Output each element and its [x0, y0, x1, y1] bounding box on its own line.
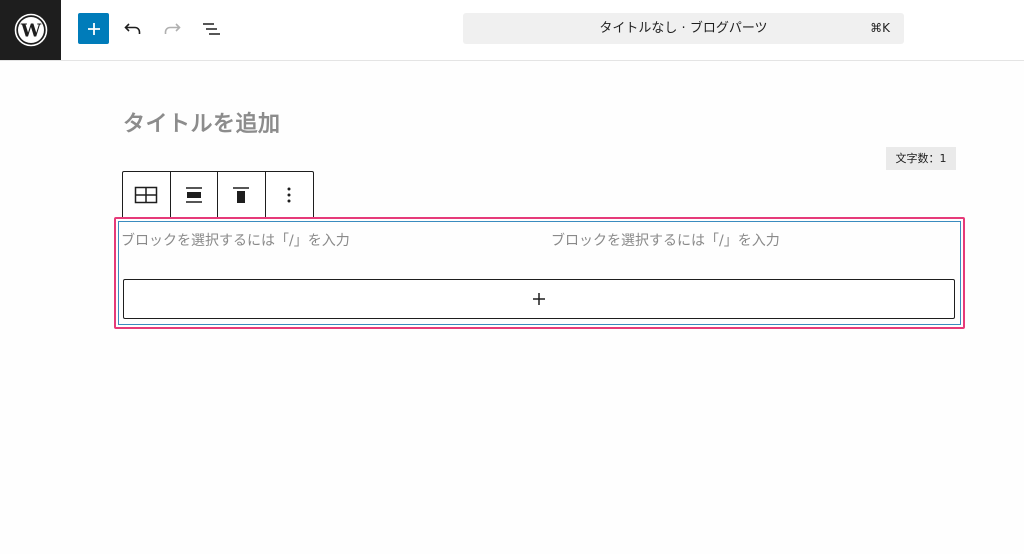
document-overview-button[interactable]: [195, 13, 226, 44]
wordpress-logo-icon[interactable]: W: [0, 0, 61, 60]
more-options-icon: [287, 187, 291, 203]
character-count: 文字数：1: [886, 147, 956, 170]
list-view-icon: [202, 22, 220, 35]
editor-header: W タイトルなし · ブログパーツ ⌘K: [0, 0, 1024, 61]
plus-icon: [533, 293, 545, 305]
undo-icon: [123, 22, 140, 34]
keyboard-shortcut: ⌘K: [870, 21, 890, 35]
vertical-align-top-button[interactable]: [218, 172, 266, 218]
block-options-button[interactable]: [266, 172, 313, 218]
column-placeholder[interactable]: ブロックを選択するには「/」を入力: [121, 230, 350, 250]
column-placeholder[interactable]: ブロックを選択するには「/」を入力: [551, 230, 780, 250]
block-type-button[interactable]: [123, 172, 171, 218]
post-title-input[interactable]: タイトルを追加: [123, 106, 281, 138]
undo-button[interactable]: [117, 13, 148, 44]
command-palette-button[interactable]: タイトルなし · ブログパーツ ⌘K: [463, 13, 904, 44]
document-title: タイトルなし · ブログパーツ: [599, 21, 768, 36]
vertical-align-center-button[interactable]: [171, 172, 218, 218]
plus-icon: [87, 22, 100, 35]
columns-icon: [135, 186, 158, 204]
block-appender-button[interactable]: [123, 279, 955, 319]
vertical-align-top-icon: [233, 187, 250, 203]
add-block-button[interactable]: [78, 13, 109, 44]
redo-icon: [164, 22, 181, 34]
redo-button[interactable]: [156, 13, 187, 44]
svg-text:W: W: [19, 21, 41, 42]
block-toolbar: [122, 171, 314, 219]
vertical-align-center-icon: [185, 187, 202, 203]
